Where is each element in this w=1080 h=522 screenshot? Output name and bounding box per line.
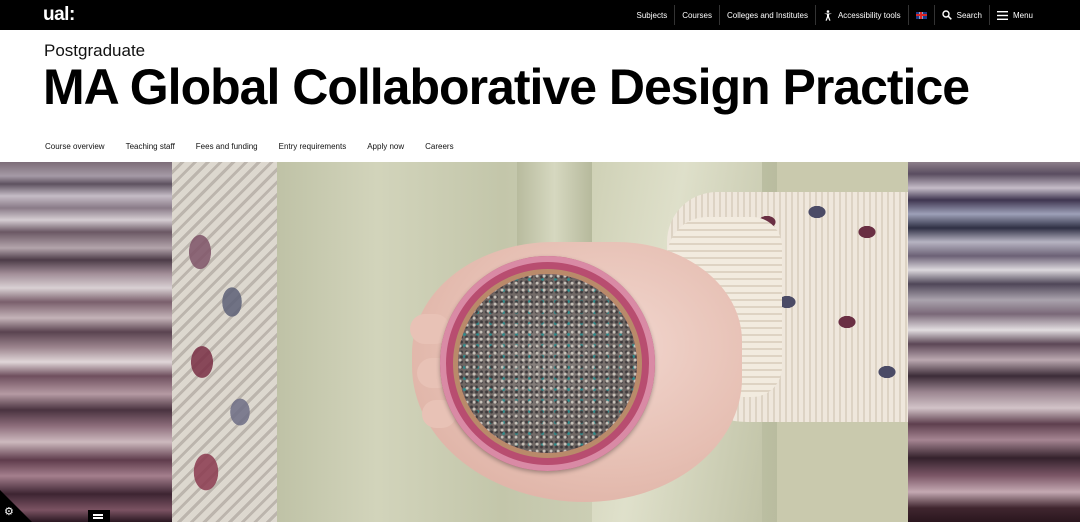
course-subnav: Course overview Teaching staff Fees and … [45, 142, 475, 151]
cookie-settings-button[interactable]: ⚙ [0, 490, 32, 522]
nav-menu-label: Menu [1012, 10, 1033, 20]
tab-course-overview[interactable]: Course overview [45, 142, 105, 151]
nav-courses-label: Courses [682, 10, 712, 20]
gear-icon: ⚙ [4, 506, 14, 518]
uk-flag-icon [915, 11, 927, 19]
nav-accessibility-tools[interactable]: Accessibility tools [814, 5, 908, 25]
hamburger-icon [996, 10, 1008, 20]
hero-background-left [0, 162, 172, 522]
nav-search-label: Search [956, 10, 982, 20]
nav-menu[interactable]: Menu [988, 5, 1040, 25]
hero-image [172, 162, 908, 522]
accessibility-icon [823, 9, 833, 21]
recycled-material-disk [440, 256, 655, 471]
nav-courses[interactable]: Courses [674, 5, 719, 25]
tab-teaching-staff[interactable]: Teaching staff [126, 142, 175, 151]
tab-fees-and-funding[interactable]: Fees and funding [196, 142, 258, 151]
tab-apply-now[interactable]: Apply now [367, 142, 404, 151]
page-contents-button[interactable] [88, 510, 110, 522]
hero-background-right [908, 162, 1080, 522]
ual-logo[interactable]: ual: [43, 4, 75, 26]
hero-banner [0, 162, 1080, 522]
tab-careers[interactable]: Careers [425, 142, 453, 151]
list-icon [93, 514, 103, 516]
nav-accessibility-label: Accessibility tools [837, 10, 901, 20]
nav-search[interactable]: Search [933, 5, 989, 25]
nav-subjects-label: Subjects [636, 10, 668, 20]
nav-colleges[interactable]: Colleges and Institutes [719, 5, 815, 25]
top-navigation-bar: ual: Subjects Courses Colleges and Insti… [0, 0, 1080, 30]
tab-entry-requirements[interactable]: Entry requirements [279, 142, 347, 151]
page-title: MA Global Collaborative Design Practice [43, 59, 970, 115]
nav-subjects[interactable]: Subjects [630, 5, 675, 25]
disk-surface [458, 274, 637, 453]
nav-language[interactable] [907, 5, 934, 25]
search-icon [941, 10, 952, 20]
top-nav-links: Subjects Courses Colleges and Institutes… [630, 0, 1040, 30]
nav-colleges-label: Colleges and Institutes [727, 10, 808, 20]
cardigan-left-panel [172, 162, 277, 522]
